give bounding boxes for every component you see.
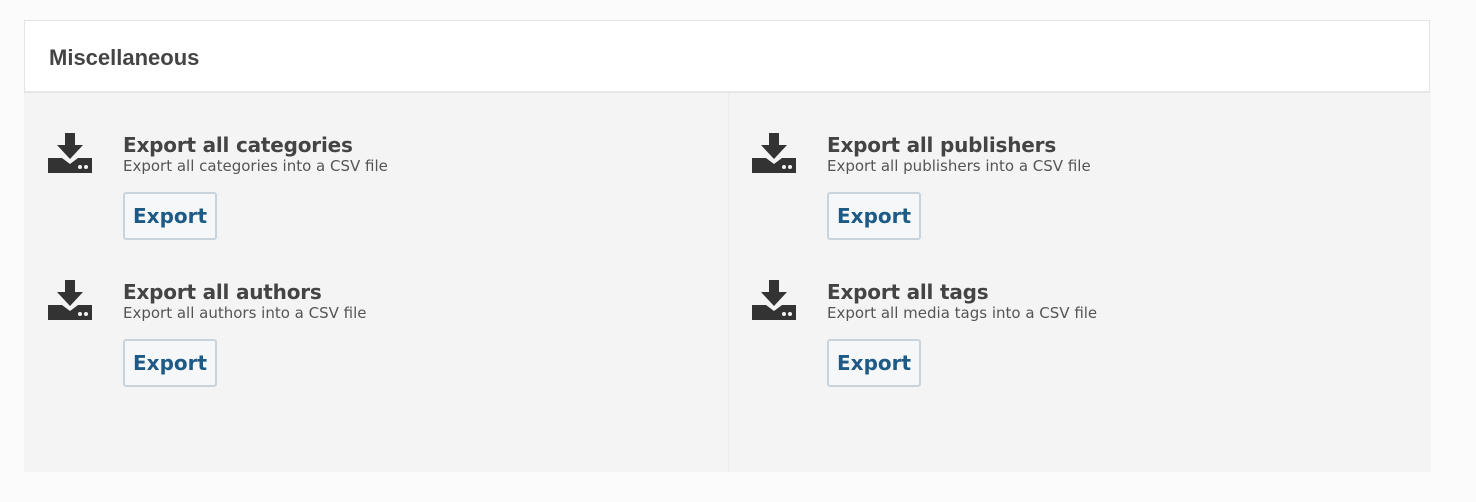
panel-body: Export all categories Export all categor… <box>24 93 1431 472</box>
export-categories-text: Export all categories Export all categor… <box>123 133 388 176</box>
panel-title: Miscellaneous <box>49 45 200 70</box>
left-column: Export all categories Export all categor… <box>24 93 729 472</box>
export-categories-button[interactable]: Export <box>123 192 218 240</box>
export-publishers-description: Export all publishers into a CSV file <box>827 157 1091 175</box>
export-categories-description: Export all categories into a CSV file <box>123 157 388 175</box>
export-publishers-item: Export all publishers Export all publish… <box>752 133 1352 253</box>
download-icon <box>48 133 92 173</box>
export-authors-title: Export all authors <box>123 280 322 304</box>
export-publishers-button[interactable]: Export <box>827 192 922 240</box>
export-tags-button[interactable]: Export <box>827 339 922 387</box>
download-icon <box>48 280 92 320</box>
export-publishers-text: Export all publishers Export all publish… <box>827 133 1091 176</box>
download-icon <box>752 133 796 173</box>
export-authors-button[interactable]: Export <box>123 339 218 387</box>
export-publishers-title: Export all publishers <box>827 133 1057 157</box>
export-tags-description: Export all media tags into a CSV file <box>827 304 1098 322</box>
export-authors-description: Export all authors into a CSV file <box>123 304 367 322</box>
download-icon <box>752 280 796 320</box>
export-tags-item: Export all tags Export all media tags in… <box>752 280 1352 400</box>
export-categories-title: Export all categories <box>123 133 353 157</box>
export-tags-text: Export all tags Export all media tags in… <box>827 280 1097 323</box>
export-tags-title: Export all tags <box>827 280 989 304</box>
panel-header: Miscellaneous <box>24 20 1430 93</box>
export-authors-text: Export all authors Export all authors in… <box>123 280 367 323</box>
right-column: Export all publishers Export all publish… <box>729 93 1431 472</box>
export-authors-item: Export all authors Export all authors in… <box>48 280 648 400</box>
export-categories-item: Export all categories Export all categor… <box>48 133 648 253</box>
miscellaneous-panel: Miscellaneous Export all categories Expo… <box>24 20 1432 472</box>
